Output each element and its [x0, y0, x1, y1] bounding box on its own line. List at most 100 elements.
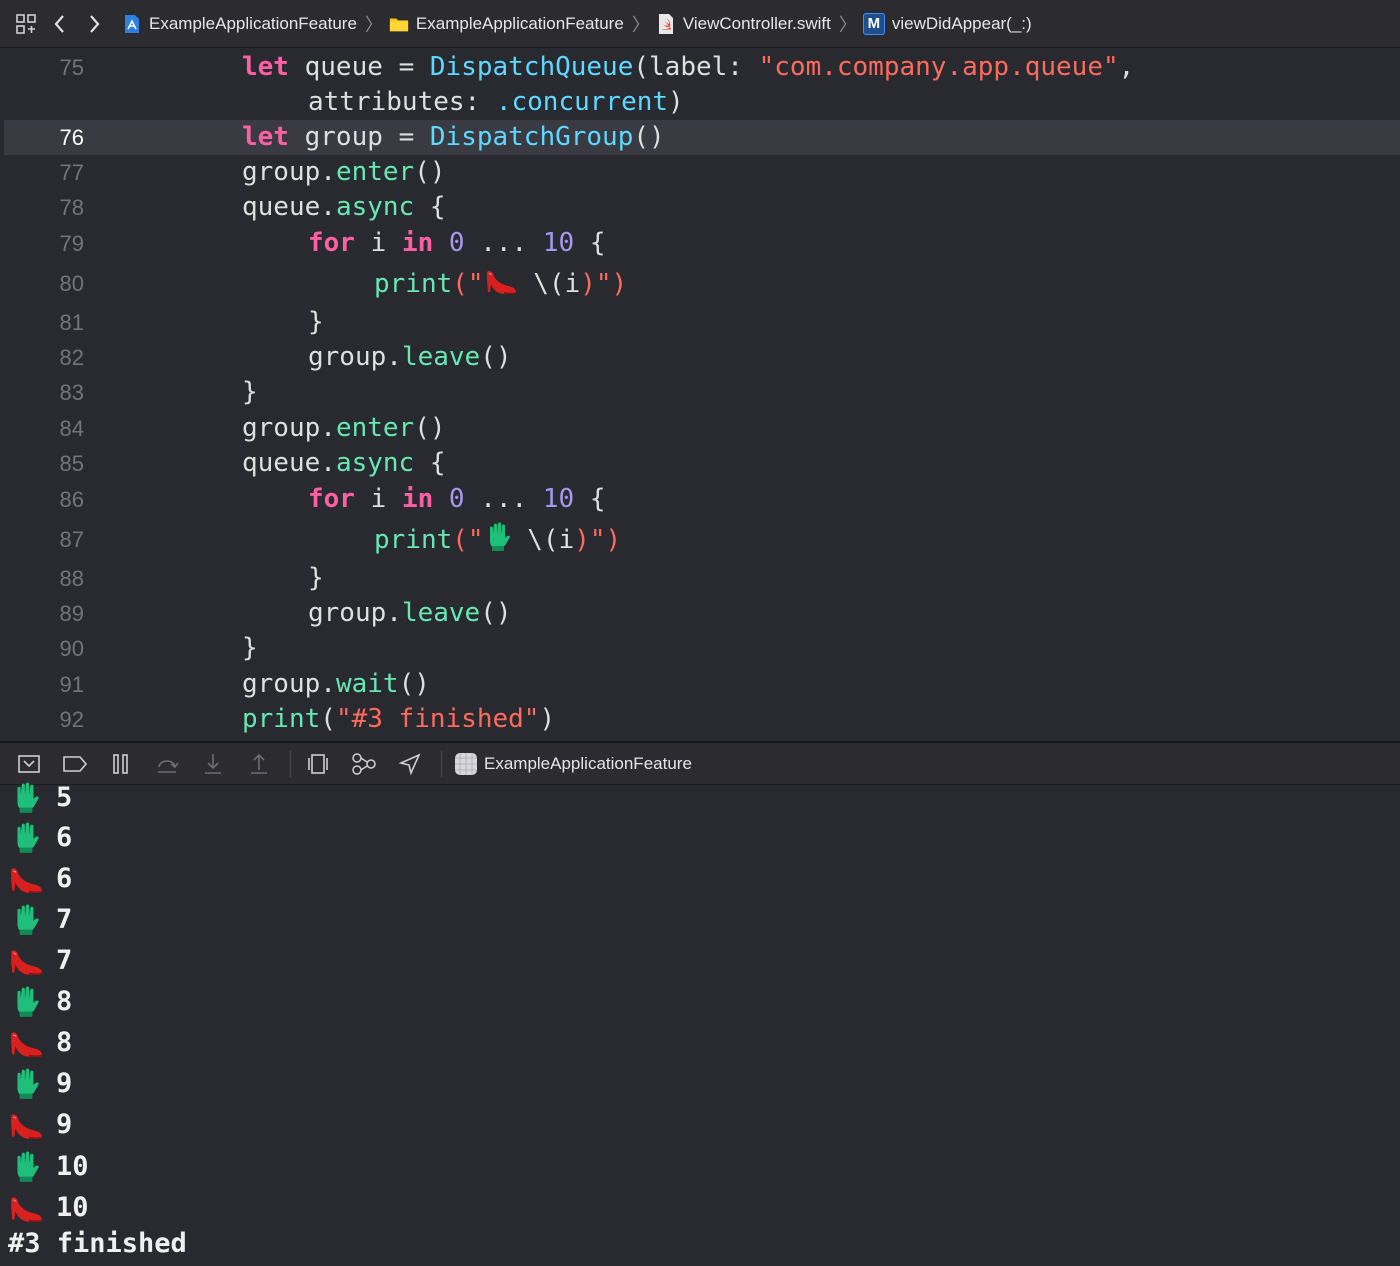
- code-line[interactable]: 92 print("#3 finished"): [4, 702, 1400, 737]
- breadcrumb-label: ViewController.swift: [682, 13, 831, 33]
- punctuation: .: [386, 342, 402, 372]
- identifier: group: [242, 669, 321, 699]
- method-call: leave: [401, 342, 481, 372]
- code-line[interactable]: 79 for i in 0 ... 10 {: [4, 226, 1400, 261]
- memory-graph-icon[interactable]: [349, 749, 379, 779]
- process-target[interactable]: ExampleApplicationFeature: [454, 752, 692, 776]
- number-literal: 10: [542, 228, 575, 258]
- identifier: i: [558, 525, 575, 555]
- code-line[interactable]: 84 group.enter(): [4, 411, 1400, 446]
- code-line[interactable]: 78 queue.async {: [4, 190, 1400, 225]
- line-number: 83: [59, 380, 84, 405]
- console-text: 10: [56, 1192, 89, 1223]
- console-text: 9: [56, 1109, 73, 1140]
- glove-icon: [8, 782, 44, 814]
- glove-icon: [8, 986, 44, 1018]
- code-line[interactable]: 75 let queue = DispatchQueue(label: "com…: [4, 50, 1400, 120]
- punctuation: ): [539, 704, 556, 734]
- identifier: group: [304, 122, 383, 152]
- punctuation: .: [320, 157, 336, 187]
- console-output[interactable]: 5 6 6 7 7 8 8 9 9 10 10 #3 finished: [0, 782, 1400, 1266]
- breadcrumb-file[interactable]: ViewController.swift: [656, 13, 831, 34]
- debug-view-hierarchy-icon[interactable]: [303, 749, 333, 779]
- code-text: for i in 0 ... 10 {: [308, 226, 605, 261]
- console-text: 6: [56, 863, 73, 894]
- identifier: group: [242, 157, 321, 187]
- identifier: i: [370, 228, 387, 258]
- related-items-grid-icon[interactable]: [14, 12, 38, 36]
- back-chevron-icon[interactable]: [48, 12, 72, 36]
- operator: ...: [480, 484, 528, 514]
- punctuation: .: [320, 669, 336, 699]
- type-name: DispatchQueue: [429, 52, 634, 82]
- line-number: 78: [59, 195, 84, 220]
- breakpoints-toggle-icon[interactable]: [60, 749, 90, 779]
- code-line[interactable]: 91 group.wait(): [4, 667, 1400, 702]
- punctuation: (): [480, 598, 512, 628]
- operator: ...: [480, 228, 528, 258]
- glove-icon: [8, 1068, 44, 1100]
- folder-icon: [389, 14, 409, 34]
- code-line[interactable]: 82 group.leave(): [4, 340, 1400, 375]
- code-editor[interactable]: 75 let queue = DispatchQueue(label: "com…: [4, 48, 1400, 741]
- code-line[interactable]: 85 queue.async {: [4, 446, 1400, 481]
- method-call: enter: [335, 157, 415, 187]
- breadcrumb-method[interactable]: M viewDidAppear(_:): [862, 12, 1032, 35]
- punctuation: {: [589, 228, 606, 258]
- identifier: group: [308, 598, 387, 628]
- string-literal: "com.company.app.queue": [758, 52, 1119, 82]
- code-text: print(" \(i)"): [374, 522, 621, 558]
- glove-icon: [8, 822, 44, 854]
- console-text: 7: [56, 904, 73, 935]
- code-text: queue.async {: [242, 190, 446, 225]
- console-text: 10: [56, 1151, 89, 1182]
- type-name: DispatchGroup: [429, 122, 634, 152]
- glove-icon: [8, 1151, 44, 1183]
- punctuation: (): [633, 122, 665, 152]
- breadcrumb-folder[interactable]: ExampleApplicationFeature: [389, 14, 624, 34]
- code-line[interactable]: 88 }: [4, 561, 1400, 596]
- breadcrumb-separator-icon: 〉: [838, 14, 857, 35]
- line-number: 91: [59, 672, 84, 697]
- code-line[interactable]: 80 print(" \(i)"): [4, 266, 1400, 301]
- code-line[interactable]: 77 group.enter(): [4, 155, 1400, 190]
- punctuation: {: [589, 484, 606, 514]
- operator: =: [398, 52, 415, 82]
- function-call: print: [242, 704, 321, 734]
- pause-icon[interactable]: [106, 749, 136, 779]
- console-line: 10: [8, 1187, 89, 1228]
- number-literal: 0: [448, 484, 465, 514]
- argument-label: attributes:: [308, 87, 496, 117]
- code-line[interactable]: 83 }: [4, 375, 1400, 410]
- punctuation: {: [429, 192, 446, 222]
- punctuation: ,: [1118, 52, 1135, 82]
- keyword: in: [401, 228, 434, 258]
- code-line[interactable]: 89 group.leave(): [4, 596, 1400, 631]
- code-line[interactable]: 81 }: [4, 305, 1400, 340]
- breadcrumb-separator-icon: 〉: [364, 14, 383, 35]
- method-icon: M: [862, 12, 885, 35]
- line-number: 75: [59, 55, 84, 80]
- forward-chevron-icon[interactable]: [82, 12, 106, 36]
- identifier: group: [242, 413, 321, 443]
- code-line[interactable]: 87 print(" \(i)"): [4, 522, 1400, 557]
- console-line: 10: [8, 1146, 89, 1187]
- simulate-location-icon[interactable]: [395, 749, 425, 779]
- hide-debug-area-icon[interactable]: [14, 749, 44, 779]
- breadcrumb-separator-icon: 〉: [631, 14, 650, 35]
- breadcrumb-project[interactable]: ExampleApplicationFeature: [122, 14, 357, 34]
- code-line-current[interactable]: 76 let group = DispatchGroup(): [4, 120, 1400, 155]
- code-text: for i in 0 ... 10 {: [308, 482, 605, 517]
- code-text: group.enter(): [242, 411, 446, 446]
- console-line: 6: [8, 817, 72, 858]
- method-call: wait: [335, 669, 399, 699]
- function-call: print: [374, 269, 453, 299]
- high-heel-icon: [8, 863, 44, 895]
- code-line[interactable]: 86 for i in 0 ... 10 {: [4, 482, 1400, 517]
- keyword: let: [242, 122, 289, 152]
- code-line[interactable]: 90 }: [4, 631, 1400, 666]
- high-heel-icon: [484, 266, 518, 296]
- code-text-continuation: attributes: .concurrent): [308, 85, 684, 120]
- line-number: 86: [59, 487, 84, 512]
- step-over-icon: [152, 749, 182, 779]
